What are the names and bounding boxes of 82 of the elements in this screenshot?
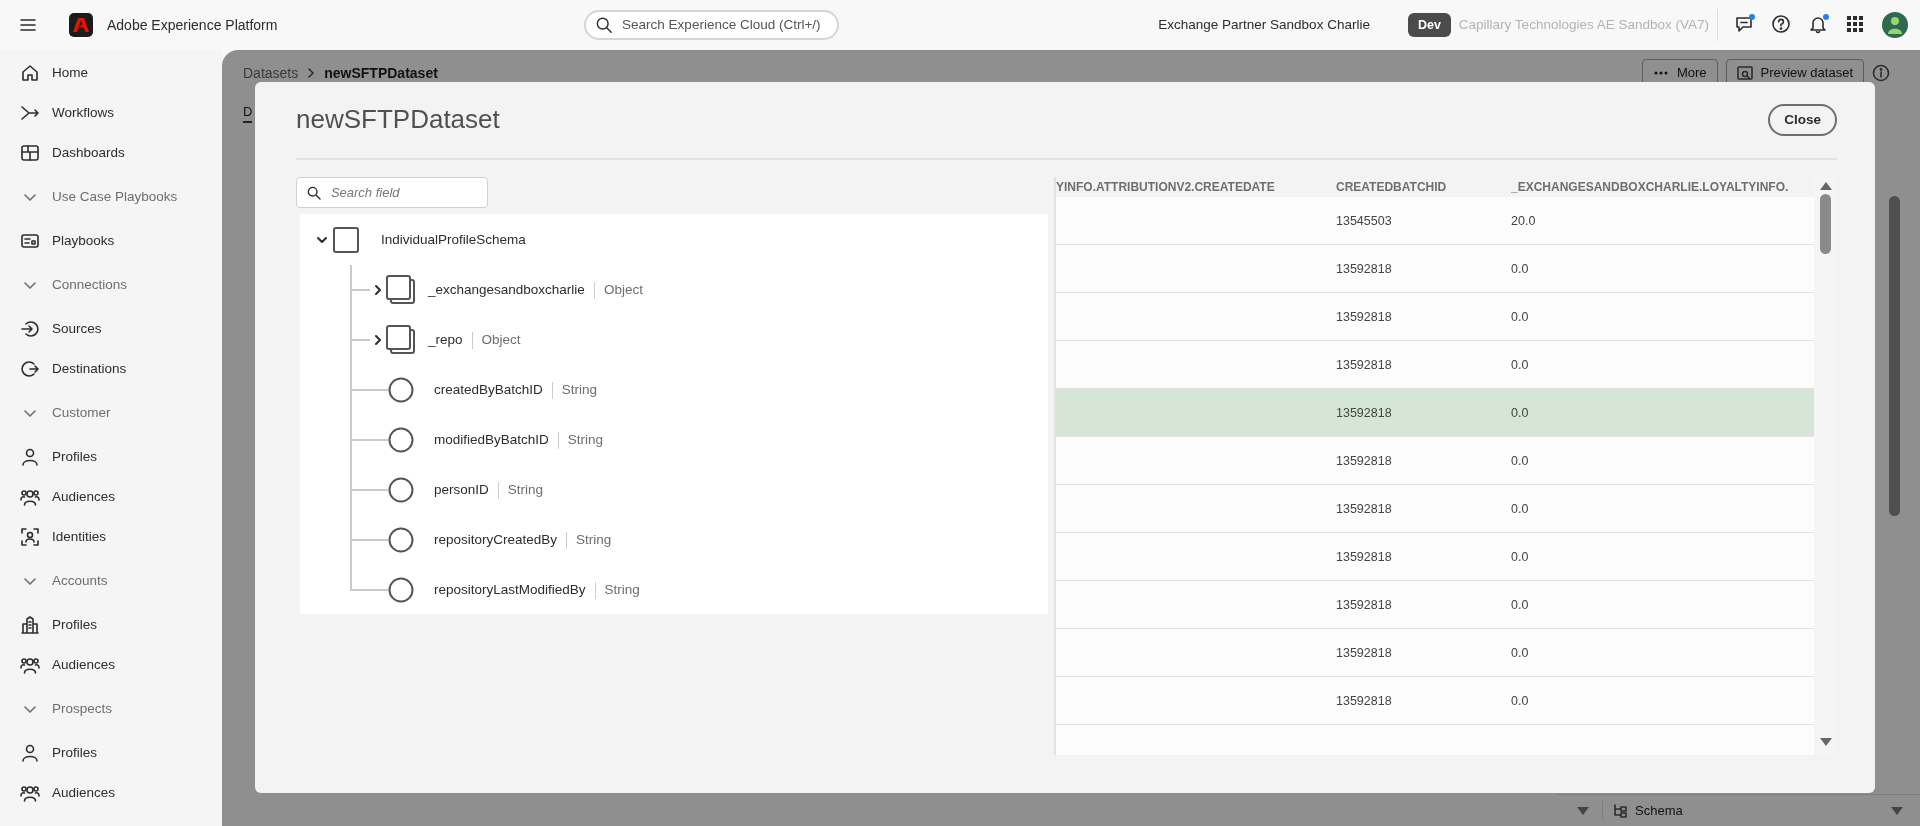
table-cell: 20.0 <box>1511 213 1536 228</box>
close-button[interactable]: Close <box>1768 103 1837 137</box>
table-cell: 13592818 <box>1336 453 1392 468</box>
table-cell: 0.0 <box>1511 405 1529 420</box>
field-type: String <box>567 430 604 449</box>
table-row[interactable]: 13592818 0.0 <box>1056 389 1814 438</box>
sidebar-item[interactable]: Audiences <box>52 782 116 804</box>
search-bar[interactable]: Search Experience Cloud (Ctrl+/) <box>584 10 839 40</box>
sidebar-item[interactable]: Audiences <box>52 654 116 676</box>
table-cell: 0.0 <box>1511 645 1529 660</box>
table-cell: 0.0 <box>1511 549 1529 564</box>
field-type: String <box>604 580 640 599</box>
dialog-title: newSFTPDataset <box>296 104 500 136</box>
sidebar-item[interactable]: Home <box>52 62 88 84</box>
section-header[interactable]: Prospects <box>52 698 113 720</box>
sidebar-item[interactable]: Workflows <box>52 102 114 124</box>
sidebar-item[interactable]: Profiles <box>52 614 97 636</box>
table-cell: 0.0 <box>1511 501 1529 516</box>
table-cell: 0.0 <box>1511 453 1529 468</box>
search-bar[interactable]: Search field <box>296 177 488 208</box>
field-name[interactable]: modifiedByBatchID <box>434 429 549 451</box>
sidebar-item[interactable]: Profiles <box>52 742 97 764</box>
table-row[interactable]: 13592818 0.0 <box>1056 245 1814 294</box>
sidebar-item[interactable]: Sources <box>52 318 102 340</box>
breadcrumb-item[interactable]: newSFTPDataset <box>324 62 438 84</box>
table-cell: 13592818 <box>1336 645 1392 660</box>
field-name[interactable]: _exchangesandboxcharlie <box>428 279 585 301</box>
table-cell: 13592818 <box>1336 357 1392 372</box>
table-row[interactable]: 13592818 0.0 <box>1056 629 1814 678</box>
table-row[interactable]: 13592818 0.0 <box>1056 437 1814 486</box>
field-type: Object <box>481 330 521 349</box>
column-header[interactable]: YINFO.ATTRIBUTIONV2.CREATEDATE <box>1056 180 1275 194</box>
field-type: String <box>561 380 598 399</box>
field-type: String <box>576 530 612 549</box>
field-name[interactable]: repositoryCreatedBy <box>434 529 558 551</box>
section-header[interactable]: Connections <box>52 274 128 296</box>
table-cell: 0.0 <box>1511 261 1529 276</box>
environment-badge: Dev <box>1407 12 1451 38</box>
field-name[interactable]: _repo <box>428 329 463 351</box>
table-row[interactable]: 13592818 0.0 <box>1056 677 1814 726</box>
table-row[interactable]: 13592818 0.0 <box>1056 581 1814 630</box>
table-row[interactable]: 13592818 0.0 <box>1056 341 1814 390</box>
sidebar-item[interactable]: Destinations <box>52 358 127 380</box>
column-header[interactable]: _EXCHANGESANDBOXCHARLIE.LOYALTYINFO. <box>1511 180 1789 194</box>
table-cell: 0.0 <box>1511 309 1529 324</box>
breadcrumb-item[interactable]: Datasets <box>243 62 299 84</box>
table-cell: 13592818 <box>1336 261 1392 276</box>
table-cell: 0.0 <box>1511 597 1529 612</box>
table-row[interactable]: 13592818 0.0 <box>1056 485 1814 534</box>
field-type: String <box>507 480 544 499</box>
table-row[interactable]: 13545503 20.0 <box>1056 197 1814 246</box>
app-name[interactable]: Adobe Experience Platform <box>107 14 278 36</box>
field-name[interactable]: repositoryLastModifiedBy <box>434 579 586 601</box>
field-name[interactable]: personID <box>434 479 489 501</box>
table-row[interactable]: 13592818 0.0 <box>1056 293 1814 342</box>
section-header[interactable]: Accounts <box>52 570 108 592</box>
sidebar-item[interactable]: Dashboards <box>52 142 125 164</box>
sidebar-item[interactable]: Profiles <box>52 446 97 468</box>
table-cell: 13592818 <box>1336 549 1392 564</box>
table-cell: 13545503 <box>1336 213 1392 228</box>
table-cell: 0.0 <box>1511 693 1529 708</box>
field-name[interactable]: createdByBatchID <box>434 379 543 401</box>
table-cell: 0.0 <box>1511 357 1529 372</box>
search-input[interactable]: Search field <box>328 181 477 204</box>
table-cell: 13592818 <box>1336 405 1392 420</box>
table-cell: 13592818 <box>1336 597 1392 612</box>
tab[interactable]: D <box>243 104 253 123</box>
sidebar-item[interactable]: Identities <box>52 526 107 548</box>
table-row[interactable]: 13592818 0.0 <box>1056 533 1814 582</box>
table-cell: 13592818 <box>1336 693 1392 708</box>
table-cell: 13592818 <box>1336 309 1392 324</box>
section-header[interactable]: Customer <box>52 402 111 424</box>
table-cell: 13592818 <box>1336 501 1392 516</box>
panel-label[interactable]: Schema <box>1635 800 1683 821</box>
search-input[interactable]: Search Experience Cloud (Ctrl+/) <box>620 13 827 37</box>
sandbox-name[interactable]: Exchange Partner Sandbox Charlie <box>1158 14 1370 36</box>
schema-name[interactable]: IndividualProfileSchema <box>381 229 526 251</box>
section-header[interactable]: Use Case Playbooks <box>52 186 178 208</box>
sidebar-item[interactable]: Audiences <box>52 486 116 508</box>
sidebar-item[interactable]: Playbooks <box>52 230 115 252</box>
field-type: Object <box>603 280 643 299</box>
column-header[interactable]: CREATEDBATCHID <box>1336 180 1447 194</box>
